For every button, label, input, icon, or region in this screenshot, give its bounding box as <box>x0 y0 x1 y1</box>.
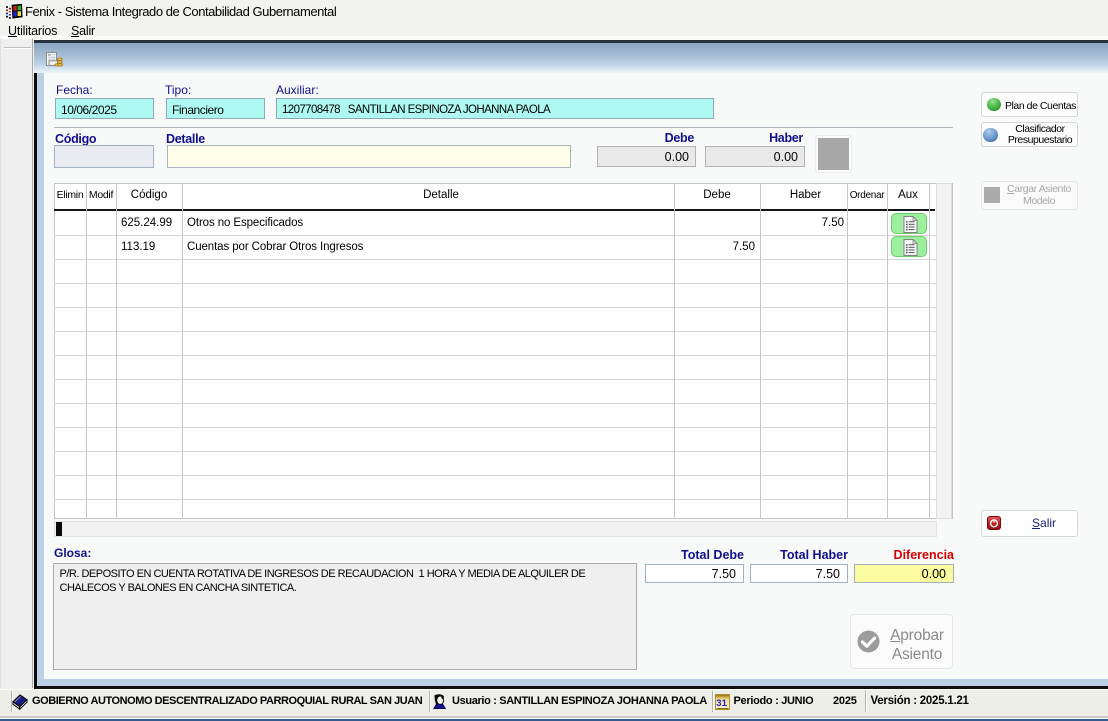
svg-text:31: 31 <box>716 698 727 709</box>
